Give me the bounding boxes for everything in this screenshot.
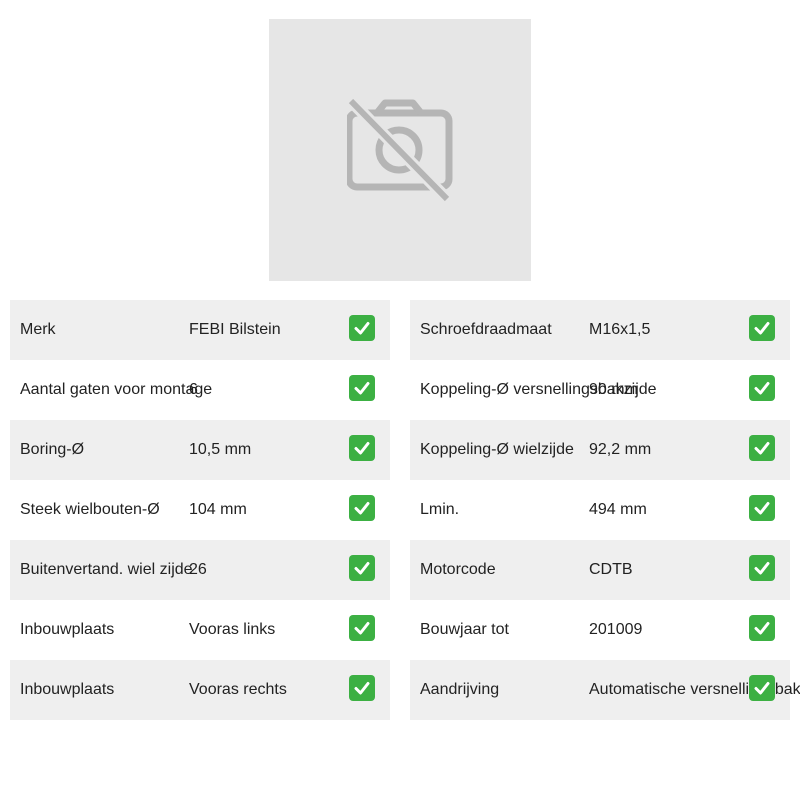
spec-label: Steek wielbouten-Ø	[20, 501, 160, 518]
spec-label: Buitenvertand. wiel zijde	[20, 561, 193, 578]
spec-row: Boring-Ø 10,5 mm	[10, 420, 390, 480]
camera-off-icon	[347, 99, 453, 204]
spec-value: M16x1,5	[589, 321, 651, 338]
checkmark-icon	[349, 435, 375, 461]
spec-label: Bouwjaar tot	[420, 621, 509, 638]
checkmark-icon	[749, 615, 775, 641]
checkmark-icon	[749, 435, 775, 461]
specs-table-right: Schroefdraadmaat M16x1,5 Koppeling-Ø ver…	[410, 300, 800, 720]
spec-row: Koppeling-Ø wielzijde 92,2 mm	[410, 420, 790, 480]
spec-value: 10,5 mm	[189, 441, 252, 458]
checkmark-icon	[749, 555, 775, 581]
spec-row: Lmin. 494 mm	[410, 480, 790, 540]
spec-value: Vooras rechts	[189, 681, 287, 698]
spec-row: Motorcode CDTB	[410, 540, 790, 600]
spec-row: Bouwjaar tot 201009	[410, 600, 790, 660]
spec-label: Aantal gaten voor montage	[20, 381, 213, 398]
checkmark-icon	[349, 555, 375, 581]
spec-value: CDTB	[589, 561, 633, 578]
spec-value: Vooras links	[189, 621, 276, 638]
specs-table-left: Merk FEBI Bilstein Aantal gaten voor mon…	[10, 300, 390, 720]
spec-row: Inbouwplaats Vooras rechts	[10, 660, 390, 720]
spec-row: Aandrijving Automatische versnellingsbak	[410, 660, 800, 720]
checkmark-icon	[349, 315, 375, 341]
spec-label: Aandrijving	[420, 681, 500, 698]
spec-label: Schroefdraadmaat	[420, 321, 552, 338]
spec-value: 494 mm	[589, 501, 647, 518]
spec-value: 92,2 mm	[589, 441, 652, 458]
spec-row: Schroefdraadmaat M16x1,5	[410, 300, 790, 360]
spec-label: Inbouwplaats	[20, 621, 115, 638]
spec-row: Koppeling-Ø versnellingsbakzijde 90 mm	[410, 360, 790, 420]
spec-label: Motorcode	[420, 561, 496, 578]
spec-label: Inbouwplaats	[20, 681, 115, 698]
checkmark-icon	[749, 675, 775, 701]
checkmark-icon	[749, 315, 775, 341]
spec-value: 26	[189, 561, 207, 578]
spec-value: 6	[189, 381, 198, 398]
spec-row: Steek wielbouten-Ø 104 mm	[10, 480, 390, 540]
checkmark-icon	[349, 495, 375, 521]
product-image-placeholder	[269, 19, 531, 281]
spec-value: FEBI Bilstein	[189, 321, 281, 338]
spec-row: Aantal gaten voor montage 6	[10, 360, 390, 420]
spec-row: Inbouwplaats Vooras links	[10, 600, 390, 660]
checkmark-icon	[749, 375, 775, 401]
spec-row: Merk FEBI Bilstein	[10, 300, 390, 360]
checkmark-icon	[349, 375, 375, 401]
spec-label: Boring-Ø	[20, 441, 85, 458]
spec-label: Merk	[20, 321, 56, 338]
checkmark-icon	[349, 675, 375, 701]
spec-row: Buitenvertand. wiel zijde 26	[10, 540, 390, 600]
checkmark-icon	[749, 495, 775, 521]
checkmark-icon	[349, 615, 375, 641]
spec-value: 201009	[589, 621, 643, 638]
spec-value: 90 mm	[589, 381, 638, 398]
spec-label: Koppeling-Ø wielzijde	[420, 441, 574, 458]
spec-value: 104 mm	[189, 501, 247, 518]
spec-label: Lmin.	[420, 501, 460, 518]
